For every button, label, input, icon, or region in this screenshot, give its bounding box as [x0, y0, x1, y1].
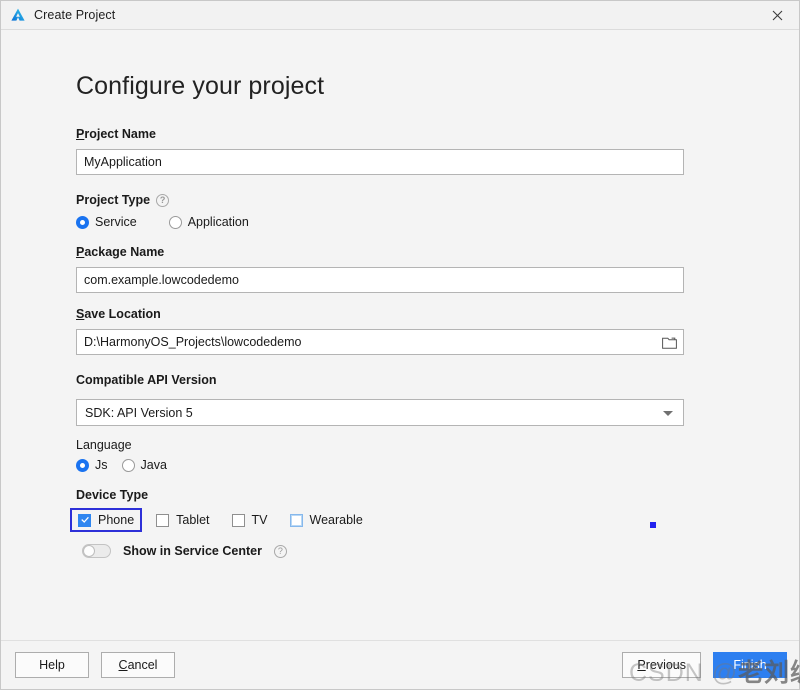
device-type-label-text: Device Type — [76, 488, 149, 502]
api-version-label: Compatible API Version — [76, 373, 724, 387]
service-center-row: Show in Service Center ? — [76, 544, 724, 558]
device-type-option-wearable-label: Wearable — [309, 513, 363, 527]
previous-button-mnemonic: P — [637, 658, 646, 672]
project-type-option-application[interactable]: Application — [168, 213, 259, 231]
cancel-button-mnemonic: C — [118, 658, 128, 672]
deveco-logo-icon — [10, 7, 26, 23]
device-type-checkbox-group: Phone Tablet TV Wearable — [70, 508, 724, 532]
device-type-option-tablet-label: Tablet — [176, 513, 210, 527]
save-location-label: Save Location — [76, 307, 724, 321]
radio-application[interactable] — [168, 215, 182, 229]
save-location-input[interactable] — [76, 329, 684, 355]
language-radio-group: Js Java — [76, 456, 724, 474]
radio-js[interactable] — [76, 458, 89, 472]
project-type-help-icon[interactable]: ? — [156, 193, 170, 207]
save-location-group: Save Location — [76, 307, 724, 355]
language-group: Language Js Java — [76, 438, 724, 474]
marker-dot — [650, 522, 656, 528]
device-type-label: Device Type — [76, 488, 724, 502]
service-center-help-icon[interactable]: ? — [273, 544, 287, 558]
package-name-label: Package Name — [76, 245, 724, 259]
title-bar: Create Project — [1, 1, 799, 30]
package-name-label-rest: ackage Name — [84, 245, 165, 259]
previous-button-rest: revious — [645, 658, 686, 672]
previous-button[interactable]: Previous — [622, 652, 701, 678]
create-project-dialog: Create Project Configure your project Pr… — [0, 0, 800, 690]
language-option-java-label: Java — [140, 458, 167, 472]
cancel-button-rest: ancel — [127, 658, 158, 672]
project-name-input[interactable] — [76, 149, 684, 175]
language-label: Language — [76, 438, 724, 452]
project-type-option-application-label: Application — [187, 215, 249, 229]
device-type-option-tablet[interactable]: Tablet — [148, 508, 217, 532]
project-type-option-service-label: Service — [95, 215, 137, 229]
service-center-label: Show in Service Center — [123, 544, 262, 558]
device-type-option-phone[interactable]: Phone — [70, 508, 143, 532]
package-name-input[interactable] — [76, 267, 684, 293]
language-label-text: Language — [76, 438, 132, 452]
chevron-down-icon[interactable] — [663, 410, 673, 416]
window-title: Create Project — [34, 8, 116, 22]
save-location-field — [76, 329, 684, 355]
language-option-js[interactable]: Js — [76, 456, 118, 474]
folder-icon[interactable] — [655, 330, 683, 354]
project-type-option-service[interactable]: Service — [76, 213, 147, 231]
device-type-group: Device Type Phone Tablet TV Wearable Sho… — [70, 488, 724, 558]
language-option-js-label: Js — [95, 458, 108, 472]
save-location-label-rest: ave Location — [84, 307, 161, 321]
project-type-radio-group: Service Application — [76, 213, 724, 231]
device-type-option-phone-label: Phone — [98, 513, 135, 527]
service-center-toggle[interactable] — [82, 544, 111, 558]
checkbox-tv[interactable] — [231, 513, 245, 527]
checkbox-tablet[interactable] — [156, 513, 170, 527]
api-version-label-text: Compatible API Version — [76, 373, 217, 387]
project-type-group: Project Type ? Service Application — [76, 193, 724, 231]
device-type-option-tv[interactable]: TV — [224, 508, 276, 532]
project-type-label: Project Type ? — [76, 193, 724, 207]
close-icon[interactable] — [755, 1, 799, 29]
device-type-option-wearable[interactable]: Wearable — [282, 508, 371, 532]
device-type-option-tv-label: TV — [251, 513, 268, 527]
package-name-group: Package Name — [76, 245, 724, 293]
checkbox-phone[interactable] — [78, 513, 91, 527]
toggle-knob — [83, 545, 95, 557]
project-name-group: Project Name — [76, 127, 724, 175]
project-name-label-rest: roject Name — [84, 127, 156, 141]
cancel-button[interactable]: Cancel — [101, 652, 175, 678]
radio-service[interactable] — [76, 215, 89, 229]
api-version-group: Compatible API Version SDK: API Version … — [76, 373, 724, 426]
finish-button[interactable]: Finish — [713, 652, 787, 678]
help-button[interactable]: Help — [15, 652, 89, 678]
radio-java[interactable] — [121, 458, 135, 472]
checkbox-wearable[interactable] — [289, 513, 303, 527]
page-title: Configure your project — [76, 72, 325, 100]
api-version-select[interactable]: SDK: API Version 5 — [76, 399, 684, 426]
dialog-footer: Help Cancel Previous Finish — [1, 640, 799, 689]
project-name-label: Project Name — [76, 127, 724, 141]
api-version-selected-value: SDK: API Version 5 — [85, 405, 193, 420]
project-type-label-text: Project Type — [76, 193, 151, 207]
dialog-body: Configure your project Project Name Proj… — [1, 30, 799, 640]
language-option-java[interactable]: Java — [121, 456, 177, 474]
